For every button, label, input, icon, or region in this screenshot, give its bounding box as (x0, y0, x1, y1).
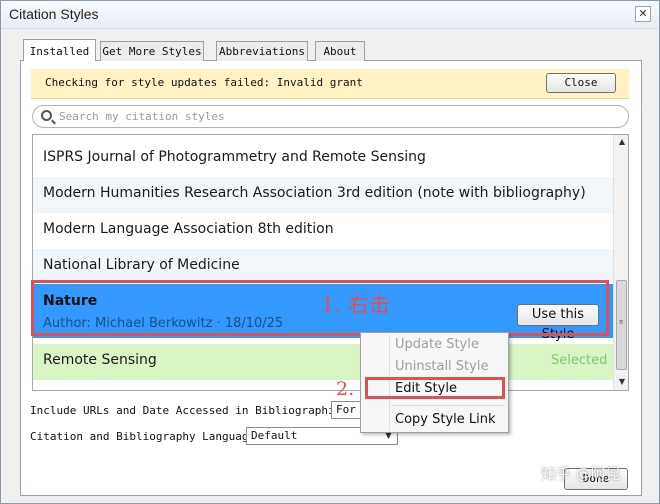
include-urls-label: Include URLs and Date Accessed in Biblio… (30, 404, 355, 417)
menu-item-update-style[interactable]: Update Style (395, 337, 479, 352)
annotation-step-1: 1. 右击 (321, 293, 390, 317)
style-name: National Library of Medicine (43, 257, 240, 273)
style-row[interactable]: Modern Language Association 8th edition (33, 213, 613, 249)
scroll-down-icon[interactable]: ▼ (614, 375, 628, 389)
tab-installed[interactable]: Installed (23, 39, 96, 61)
citation-styles-window: Citation Styles ✕ Installed Get More Sty… (0, 0, 660, 504)
context-menu: Update Style Uninstall Style Edit Style … (360, 332, 509, 433)
watermark: 知乎 @阿昆 (541, 465, 621, 483)
annotation-highlight-edit-style (365, 377, 505, 399)
list-scrollbar[interactable]: ▲ ≡ ▼ (613, 135, 628, 390)
language-value: Default (251, 429, 298, 442)
notice-close-button[interactable]: Close (546, 73, 616, 93)
style-row[interactable]: ISPRS Journal of Photogrammetry and Remo… (33, 141, 613, 177)
menu-item-uninstall-style[interactable]: Uninstall Style (395, 359, 488, 374)
notice-message: Checking for style updates failed: Inval… (45, 76, 363, 89)
style-name: Modern Humanities Research Association 3… (43, 185, 586, 201)
tab-get-more-styles[interactable]: Get More Styles (100, 41, 204, 61)
grip-icon: ≡ (619, 318, 624, 326)
scroll-thumb[interactable]: ≡ (616, 280, 627, 370)
style-row[interactable]: Modern Humanities Research Association 3… (33, 177, 613, 213)
search-box (32, 105, 629, 128)
update-notice-bar: Checking for style updates failed: Inval… (31, 69, 629, 99)
search-input[interactable] (59, 108, 619, 125)
menu-separator (391, 405, 505, 406)
style-row-installed[interactable]: Remote Sensing Selected (33, 344, 613, 380)
selected-status-label: Selected (551, 353, 608, 368)
style-name: Remote Sensing (43, 352, 157, 368)
window-title: Citation Styles (9, 6, 99, 22)
scroll-up-icon[interactable]: ▲ (614, 135, 628, 149)
style-name: Modern Language Association 8th edition (43, 221, 334, 237)
search-icon (41, 110, 52, 121)
title-bar: Citation Styles ✕ (1, 1, 659, 29)
tab-about[interactable]: About (315, 41, 365, 61)
style-list: ISPRS Journal of Photogrammetry and Remo… (32, 134, 629, 391)
menu-item-copy-style-link[interactable]: Copy Style Link (395, 412, 496, 427)
window-close-button[interactable]: ✕ (635, 6, 651, 22)
language-label: Citation and Bibliography Language: (30, 430, 262, 443)
annotation-step-2: 2. (336, 378, 355, 400)
style-name: ISPRS Journal of Photogrammetry and Remo… (43, 149, 426, 165)
tab-abbreviations[interactable]: Abbreviations (216, 41, 308, 61)
annotation-highlight-row (31, 280, 609, 336)
